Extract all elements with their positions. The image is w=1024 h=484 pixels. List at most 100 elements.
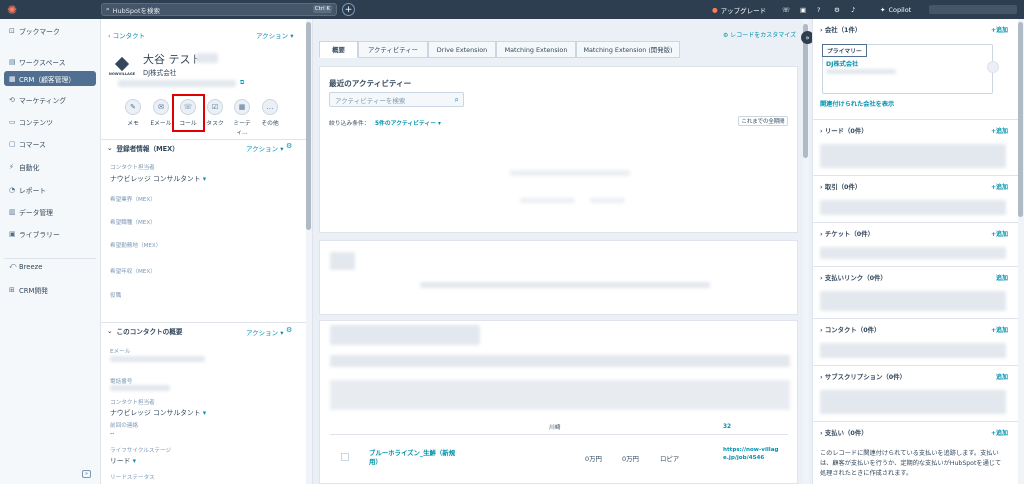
action-button-label: Eメール (150, 121, 172, 127)
right-scroll-thumb[interactable] (1018, 22, 1023, 217)
sidebar-item-label: データ管理 (19, 208, 53, 217)
add-button[interactable]: +追加 (991, 182, 1008, 191)
add-button[interactable]: +追加 (991, 428, 1008, 437)
row-checkbox[interactable] (341, 453, 349, 461)
add-button[interactable]: +追加 (991, 126, 1008, 135)
task-button[interactable]: ☑ (207, 99, 223, 115)
copilot-button[interactable]: ✦ Copilot (880, 0, 911, 19)
sidebar-item-label: ワークスペース (19, 58, 66, 67)
left-panel-scroll-thumb[interactable] (306, 22, 311, 230)
more-button[interactable]: … (262, 99, 278, 115)
activity-search-placeholder: アクティビティーを検索 (335, 96, 406, 105)
company-name-link[interactable]: DJ株式会社 (826, 59, 858, 68)
field-label-industry: 希望業界（MEX） (110, 197, 156, 203)
back-to-contacts-link[interactable]: ‹ コンタクト (108, 30, 145, 40)
registration-settings-gear-icon[interactable]: ⚙ (286, 142, 292, 150)
field-label-salary: 希望年収（MEX） (110, 269, 156, 275)
right-section-title: チケット（0件） (824, 230, 875, 238)
registration-actions-label: アクション (246, 145, 279, 153)
action-button-label: ミーティ... (233, 121, 251, 136)
copy-icon[interactable]: ⧉ (240, 79, 244, 87)
tab-matching-extension-dev[interactable]: Matching Extension (開発版) (576, 41, 680, 58)
more-icon: … (266, 103, 274, 111)
filter-label: 絞り込み条件： (329, 121, 370, 127)
overview-owner-value[interactable]: ナウビレッジ コンサルタント ▾ (110, 407, 206, 417)
settings-gear-icon[interactable]: ⚙ (834, 0, 840, 19)
overview-settings-gear-icon[interactable]: ⚙ (286, 326, 292, 334)
data-icon: ▥ (9, 207, 16, 216)
sidebar-item-3[interactable]: ⟲ マーケティング (4, 92, 96, 107)
add-button[interactable]: 追加 (996, 273, 1008, 282)
sidebar-item-5[interactable]: ▢ コマース (4, 136, 96, 151)
sidebar-item-4[interactable]: ▭ コンテンツ (4, 114, 96, 129)
activity-search-icon: ⌕ (454, 94, 459, 104)
overview-owner-value-text: ナウビレッジ コンサルタント (110, 409, 201, 417)
contact-actions-menu[interactable]: アクション ▾ (256, 30, 294, 40)
crm-icon: ▦ (9, 74, 16, 83)
chevron-down-icon: ⌄ (107, 144, 113, 152)
email-icon: ✉ (158, 103, 164, 111)
right-section-title: サブスクリプション（0件） (824, 373, 906, 381)
right-section-6: › サブスクリプション（0件） 追加 (812, 365, 1018, 421)
global-search-input[interactable]: ⌕ HubSpotを検索 Ctrl K (101, 3, 337, 16)
sidebar-item-11[interactable]: ⊞ CRM開発 (4, 282, 96, 297)
meeting-button[interactable]: ▦ (234, 99, 250, 115)
sidebar-item-7[interactable]: ◔ レポート (4, 182, 96, 197)
marketplace-icon[interactable]: ▣ (800, 0, 806, 19)
dev-icon: ⊞ (9, 285, 15, 294)
show-associated-companies-link[interactable]: 関連付けられた会社を表示 (820, 99, 894, 108)
account-menu[interactable] (929, 5, 1017, 14)
help-icon[interactable]: ? (817, 0, 820, 19)
note-button[interactable]: ✎ (125, 99, 141, 115)
customize-record-link[interactable]: ⚙ レコードをカスタマイズ (723, 30, 796, 39)
email-button[interactable]: ✉ (153, 99, 169, 115)
registration-actions-menu[interactable]: アクション ▾ (246, 143, 284, 153)
notifications-icon[interactable]: ♪ (851, 0, 855, 19)
overview-actions-menu[interactable]: アクション ▾ (246, 327, 284, 337)
add-button[interactable]: +追加 (991, 25, 1008, 34)
sidebar-item-label: ライブラリー (19, 230, 60, 239)
company-avatar (987, 61, 999, 73)
filter-dropdown[interactable]: 5件のアクティビティー ▾ (375, 118, 441, 127)
search-shortcut: Ctrl K (312, 5, 332, 13)
sidebar-item-9[interactable]: ▣ ライブラリー (4, 226, 96, 241)
activity-search-input[interactable]: アクティビティーを検索 ⌕ (329, 92, 464, 107)
hubspot-logo-icon[interactable]: ✺ (0, 0, 24, 19)
row-url-link[interactable]: https://now-village.jp/job/4546 (723, 446, 783, 462)
row-title-link[interactable]: ブルーホライズン_生鮮（新規用） (369, 449, 464, 467)
sidebar-item-2[interactable]: ▦ CRM（顧客管理） (4, 71, 96, 86)
sidebar-item-8[interactable]: ▥ データ管理 (4, 204, 96, 219)
sidebar-item-label: CRM（顧客管理） (19, 75, 76, 84)
sidebar-item-0[interactable]: ⊡ ブックマーク (4, 23, 96, 38)
tab-matching-extension[interactable]: Matching Extension (496, 41, 576, 58)
right-section-5: › コンタクト（0件） +追加 (812, 318, 1018, 365)
last-contact-label: 前回の連絡 (110, 423, 138, 429)
logo-mark-icon (114, 56, 130, 71)
row-col2: 0万円 (622, 455, 639, 463)
previous-row-url[interactable]: 32 (723, 424, 731, 430)
middle-scroll-thumb[interactable] (803, 24, 808, 158)
tab-overview[interactable]: 概要 (319, 41, 358, 58)
expand-sidebar-icon[interactable]: » (82, 470, 91, 478)
owner-label: コンタクト担当者 (110, 165, 155, 171)
tab-activity[interactable]: アクティビティー (358, 41, 428, 58)
task-icon: ☑ (211, 103, 219, 111)
owner-value[interactable]: ナウビレッジ コンサルタント ▾ (110, 173, 206, 183)
tab-drive-extension[interactable]: Drive Extension (428, 41, 496, 58)
add-button[interactable]: 追加 (996, 372, 1008, 381)
sidebar-item-6[interactable]: ⚡ 自動化 (4, 159, 96, 174)
sidebar-item-label: 自動化 (19, 163, 40, 172)
create-new-button[interactable]: + (342, 3, 355, 16)
sidebar-item-10[interactable]: ⤺ Breeze (4, 259, 96, 274)
phone-icon[interactable]: ☏ (782, 0, 790, 19)
upgrade-label: アップグレード (720, 6, 767, 15)
add-button[interactable]: +追加 (991, 325, 1008, 334)
lifecycle-value[interactable]: リード ▾ (110, 455, 136, 465)
upgrade-button[interactable]: ● アップグレード (712, 0, 766, 19)
all-time-button[interactable]: これまでの全期間 (738, 116, 788, 126)
copilot-icon: ✦ (880, 5, 886, 14)
action-button-label: メモ (127, 121, 139, 127)
add-button[interactable]: +追加 (991, 229, 1008, 238)
row-col3: ロピア (660, 455, 680, 463)
sidebar-item-1[interactable]: ▤ ワークスペース (4, 54, 96, 69)
